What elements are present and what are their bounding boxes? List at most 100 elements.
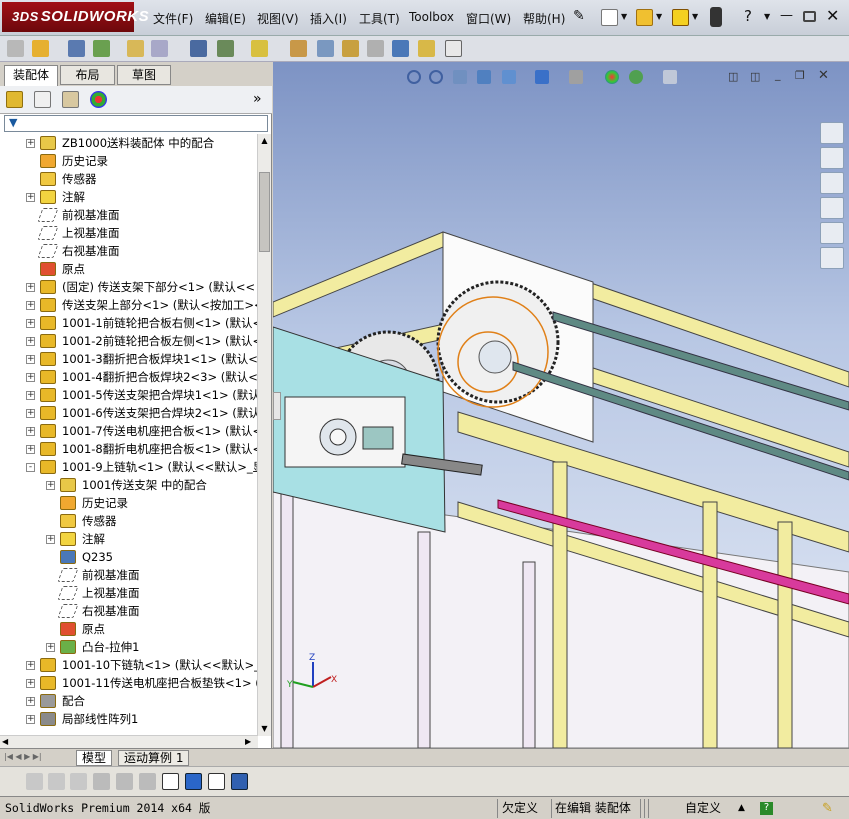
expand-toggle-icon[interactable]: + [26,697,35,706]
section-view-icon[interactable] [477,70,491,84]
solidworks-resources-icon[interactable] [820,122,844,144]
tree-row[interactable]: 传感器 [0,512,258,530]
scroll-right-arrow-icon[interactable]: ▶ [245,737,251,746]
instant3d-icon[interactable] [418,40,435,57]
doc-restore-icon[interactable]: ❐ [795,69,805,82]
linear-pattern-icon[interactable] [93,40,110,57]
property-manager-tab-icon[interactable] [34,91,51,108]
tree-row[interactable]: 上视基准面 [0,224,258,242]
interference-check-icon[interactable] [342,40,359,57]
display-manager-tab-icon[interactable] [90,91,107,108]
view-dimensions-icon[interactable] [48,773,65,790]
insert-component-icon[interactable] [32,40,49,57]
expand-toggle-icon[interactable]: + [26,427,35,436]
tree-row[interactable]: 前视基准面 [0,206,258,224]
traffic-light-icon[interactable] [710,7,722,27]
status-help-icon[interactable]: ? [760,802,773,815]
filter-funnel-icon[interactable]: ▼ [9,116,17,129]
open-folder-icon[interactable] [636,9,653,26]
configuration-manager-tab-icon[interactable] [62,91,79,108]
expand-toggle-icon[interactable]: + [26,715,35,724]
view-shaded-icon[interactable] [185,773,202,790]
tab-motion-study[interactable]: 运动算例 1 [118,750,190,766]
tree-row[interactable]: +1001-6传送支架把合焊块2<1> (默认 [0,404,258,422]
restore-icon[interactable] [803,11,816,22]
view-sketch-icon[interactable] [26,773,43,790]
display-style-icon[interactable] [535,70,549,84]
view-windows-icon[interactable] [231,773,248,790]
tree-row[interactable]: + 注解 [0,188,258,206]
rebuild-warning-icon[interactable] [672,9,689,26]
expand-toggle-icon[interactable]: + [26,319,35,328]
tree-row[interactable]: +1001-1前链轮把合板右侧<1> (默认< [0,314,258,332]
tree-row[interactable]: 原点 [0,260,258,278]
expand-toggle-icon[interactable]: + [26,193,35,202]
pin-icon[interactable]: ✎ [573,8,585,24]
units-dropdown-icon[interactable]: ▲ [738,800,745,817]
tree-row[interactable]: + ZB1000送料装配体 中的配合 [0,134,258,152]
expand-toggle-icon[interactable]: + [26,337,35,346]
expand-toggle-icon[interactable]: + [46,643,55,652]
tree-row[interactable]: 前视基准面 [0,566,258,584]
tree-row[interactable]: +1001-8翻折电机座把合板<1> (默认< [0,440,258,458]
clearance-verification-icon[interactable] [367,40,384,57]
resize-grip-icon[interactable]: ✎ [822,800,833,817]
reference-geometry-icon[interactable] [217,40,234,57]
show-hidden-icon[interactable] [151,40,168,57]
mate-icon[interactable] [68,40,85,57]
new-document-icon[interactable] [601,9,618,26]
feature-tree-tab-icon[interactable] [6,91,23,108]
tree-row[interactable]: 右视基准面 [0,602,258,620]
menu-view[interactable]: 视图(V) [257,10,299,27]
view-axes-icon[interactable] [162,773,179,790]
tree-row[interactable]: +1001-3翻折把合板焊块1<1> (默认<< [0,350,258,368]
menu-edit[interactable]: 编辑(E) [205,10,246,27]
file-explorer-icon[interactable] [820,172,844,194]
hide-show-items-icon[interactable] [569,70,583,84]
menu-insert[interactable]: 插入(I) [310,10,347,27]
menu-help[interactable]: 帮助(H) [523,10,565,27]
scroll-up-arrow-icon[interactable]: ▲ [259,134,270,148]
view-palette-icon[interactable] [820,197,844,219]
expand-tabs-chevron-icon[interactable]: » [253,91,262,107]
new-dropdown-icon[interactable]: ▼ [621,12,627,21]
tree-row[interactable]: + (固定) 传送支架下部分<1> (默认<< [0,278,258,296]
assembly-model[interactable]: Z Y X [273,62,849,748]
warning-dropdown-icon[interactable]: ▼ [692,12,698,21]
view-layers-icon[interactable] [93,773,110,790]
doc-minimize-icon[interactable]: _ [775,68,781,81]
view-relations-icon[interactable] [70,773,87,790]
tree-row[interactable]: 传感器 [0,170,258,188]
close-icon[interactable]: ✕ [826,6,839,25]
solidworks-logo[interactable]: 3DS SOLIDWORKS [2,2,149,32]
menu-window[interactable]: 窗口(W) [466,10,511,27]
collapse-toggle-icon[interactable]: - [26,463,35,472]
tree-row[interactable]: + 局部线性阵列1 [0,710,258,728]
tree-row[interactable]: + 注解 [0,530,258,548]
expand-toggle-icon[interactable]: + [26,409,35,418]
view-align-icon[interactable] [139,773,156,790]
zoom-to-fit-icon[interactable] [407,70,421,84]
tab-model[interactable]: 模型 [76,750,113,766]
expand-toggle-icon[interactable]: + [26,445,35,454]
menu-tools[interactable]: 工具(T) [359,10,400,27]
graphics-area[interactable]: Z Y X ◫ ◫ _ ❐ ✕ [273,62,849,748]
tree-row[interactable]: 上视基准面 [0,584,258,602]
doc-close-icon[interactable]: ✕ [818,68,829,83]
expand-toggle-icon[interactable]: + [26,373,35,382]
assembly-features-icon[interactable] [190,40,207,57]
tree-filter-input[interactable]: ▼ [4,115,268,132]
scroll-down-arrow-icon[interactable]: ▼ [259,722,270,736]
expand-toggle-icon[interactable]: + [26,301,35,310]
previous-view-icon[interactable] [453,70,467,84]
window-split-icon[interactable]: ◫ [728,70,738,83]
menu-file[interactable]: 文件(F) [153,10,193,27]
move-component-icon[interactable] [127,40,144,57]
tree-row[interactable]: 原点 [0,620,258,638]
status-custom-units[interactable]: 自定义 [685,800,721,817]
tree-row[interactable]: +1001-2前链轮把合板左侧<1> (默认< [0,332,258,350]
smart-components-icon[interactable] [7,40,24,57]
tree-row[interactable]: Q235 [0,548,258,566]
help-icon[interactable]: ? [744,7,752,25]
tree-row[interactable]: +1001-4翻折把合板焊块2<3> (默认<< [0,368,258,386]
